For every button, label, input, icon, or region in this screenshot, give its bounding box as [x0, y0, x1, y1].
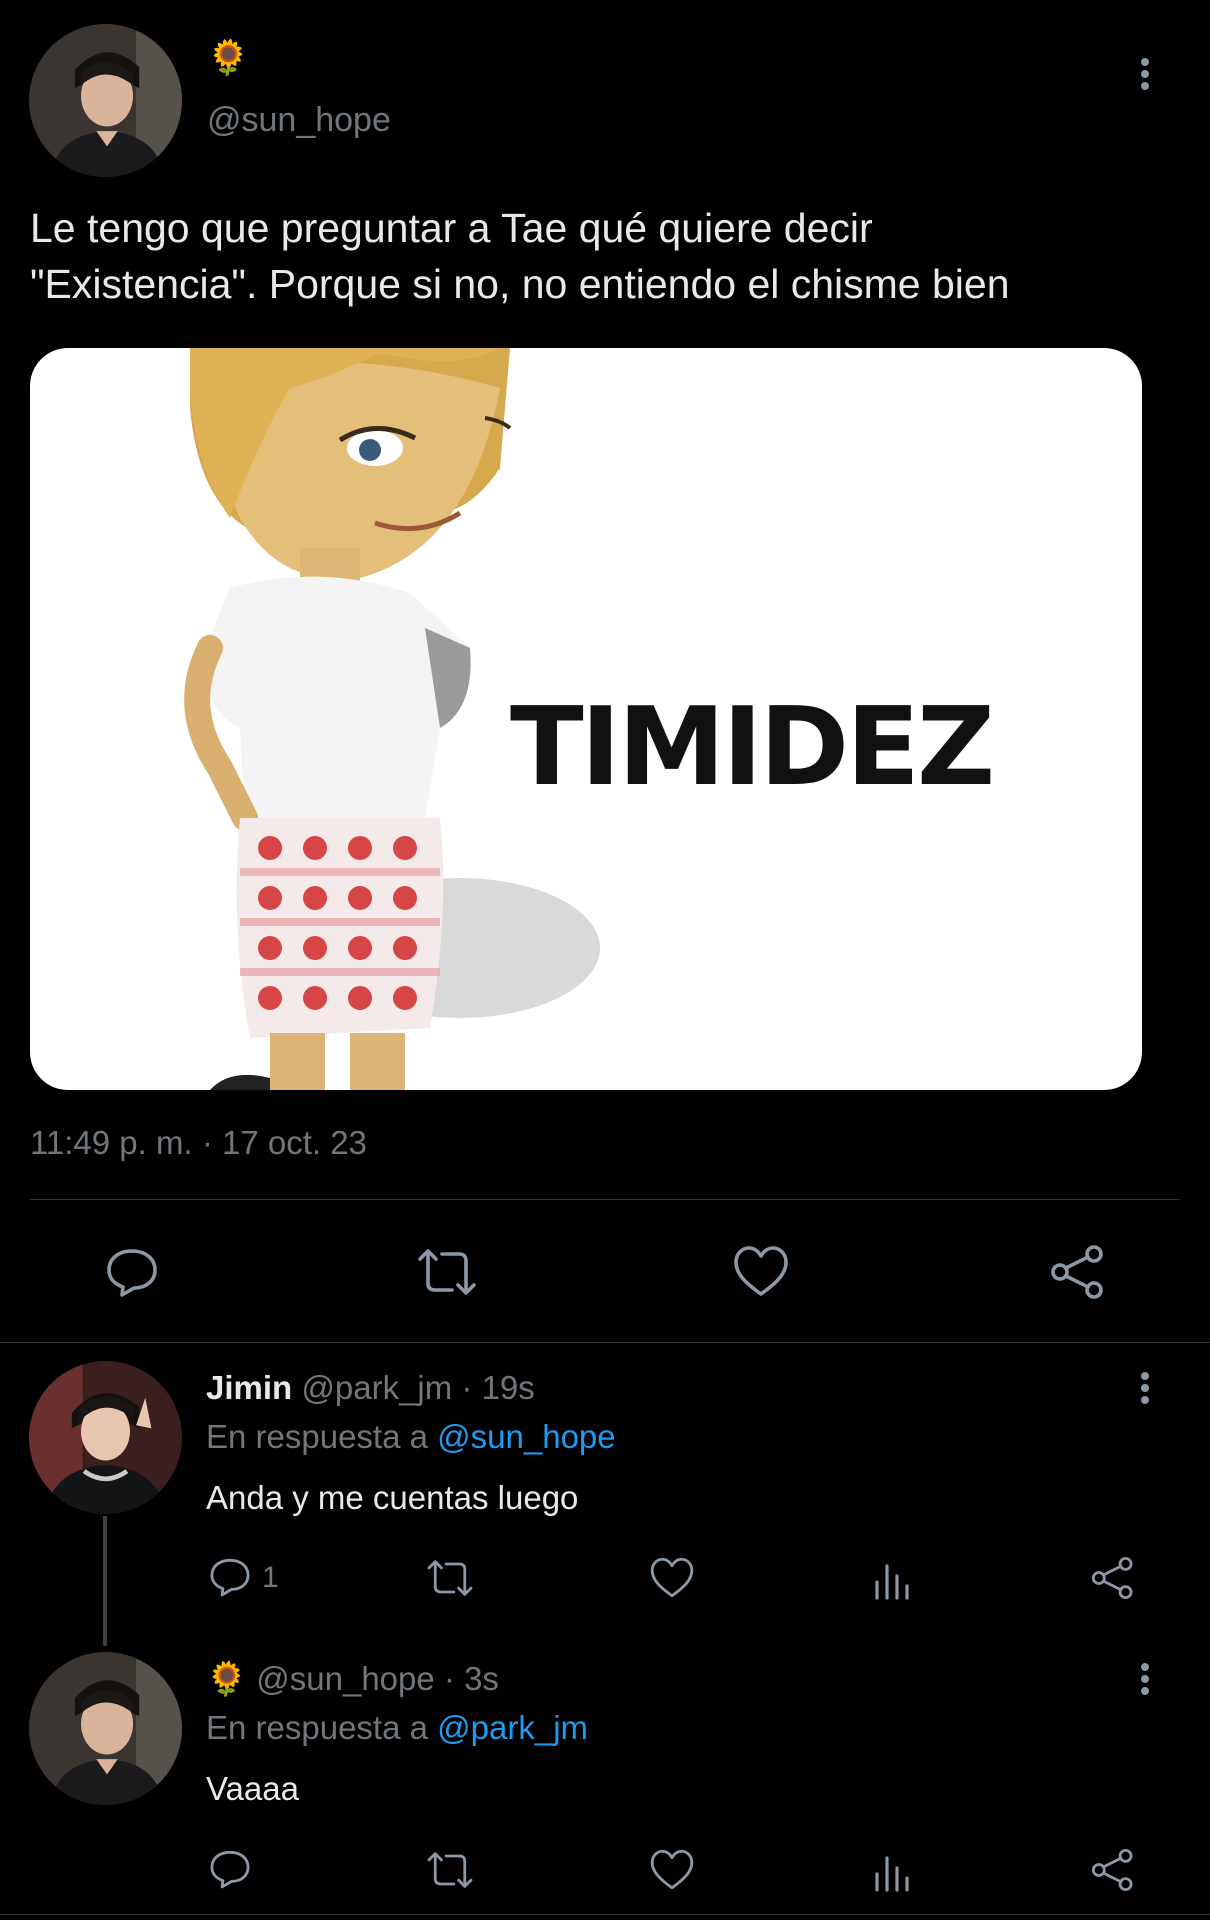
- media-caption: TIMIDEZ: [510, 685, 995, 810]
- more-options-icon[interactable]: [1130, 1368, 1160, 1408]
- person-photo-icon: [29, 24, 182, 177]
- reply-to-link[interactable]: @park_jm: [437, 1709, 588, 1746]
- divider: [0, 1342, 1210, 1343]
- person-photo-icon: [29, 1361, 182, 1514]
- reply-prefix: En respuesta a: [206, 1709, 428, 1746]
- reply-icon[interactable]: [208, 1846, 252, 1890]
- avatar-jimin[interactable]: [29, 1361, 182, 1514]
- retweet-icon[interactable]: [424, 1849, 476, 1891]
- reply-count: 1: [262, 1561, 279, 1594]
- tweet-text-line2: "Existencia". Porque si no, no entiendo …: [30, 261, 1010, 307]
- divider: [0, 1914, 1210, 1915]
- avatar-sun-hope[interactable]: [29, 24, 182, 177]
- tweet-media[interactable]: TIMIDEZ: [30, 348, 1142, 1090]
- more-options-icon[interactable]: [1130, 54, 1160, 94]
- reply-author-line: Jimin @park_jm · 19s: [206, 1368, 535, 1408]
- reply-author-line: 🌻 @sun_hope · 3s: [206, 1659, 499, 1699]
- like-icon[interactable]: [649, 1556, 695, 1599]
- display-emoji[interactable]: 🌻: [206, 1660, 247, 1697]
- retweet-icon[interactable]: [414, 1245, 480, 1299]
- like-icon[interactable]: [732, 1244, 790, 1298]
- handle-time[interactable]: @sun_hope · 3s: [256, 1660, 499, 1697]
- reply-icon[interactable]: [104, 1243, 160, 1299]
- avatar-sun-hope[interactable]: [29, 1652, 182, 1805]
- share-icon[interactable]: [1050, 1244, 1106, 1300]
- analytics-icon[interactable]: [873, 1560, 913, 1600]
- thread-line: [103, 1516, 107, 1646]
- like-icon[interactable]: [649, 1848, 695, 1891]
- tweet-timestamp[interactable]: 11:49 p. m. · 17 oct. 23: [30, 1123, 367, 1163]
- person-photo-icon: [29, 1652, 182, 1805]
- tweet-text-line1: Le tengo que preguntar a Tae qué quiere …: [30, 205, 873, 251]
- reply-context: En respuesta a @park_jm: [206, 1708, 588, 1748]
- reply-text: Anda y me cuentas luego: [206, 1479, 579, 1516]
- retweet-icon[interactable]: [424, 1557, 476, 1599]
- display-emoji: 🌻: [207, 39, 250, 77]
- handle-time[interactable]: @park_jm · 19s: [301, 1369, 534, 1406]
- share-icon[interactable]: [1091, 1556, 1135, 1600]
- display-name[interactable]: Jimin: [206, 1369, 292, 1406]
- divider: [30, 1199, 1180, 1200]
- handle[interactable]: @sun_hope: [207, 100, 391, 140]
- reply-text: Vaaaa: [206, 1770, 299, 1807]
- analytics-icon[interactable]: [873, 1852, 913, 1892]
- reply-context: En respuesta a @sun_hope: [206, 1417, 616, 1457]
- reply-to-link[interactable]: @sun_hope: [437, 1418, 615, 1455]
- more-options-icon[interactable]: [1130, 1659, 1160, 1699]
- reply-icon[interactable]: [208, 1554, 252, 1598]
- share-icon[interactable]: [1091, 1848, 1135, 1892]
- reply-prefix: En respuesta a: [206, 1418, 428, 1455]
